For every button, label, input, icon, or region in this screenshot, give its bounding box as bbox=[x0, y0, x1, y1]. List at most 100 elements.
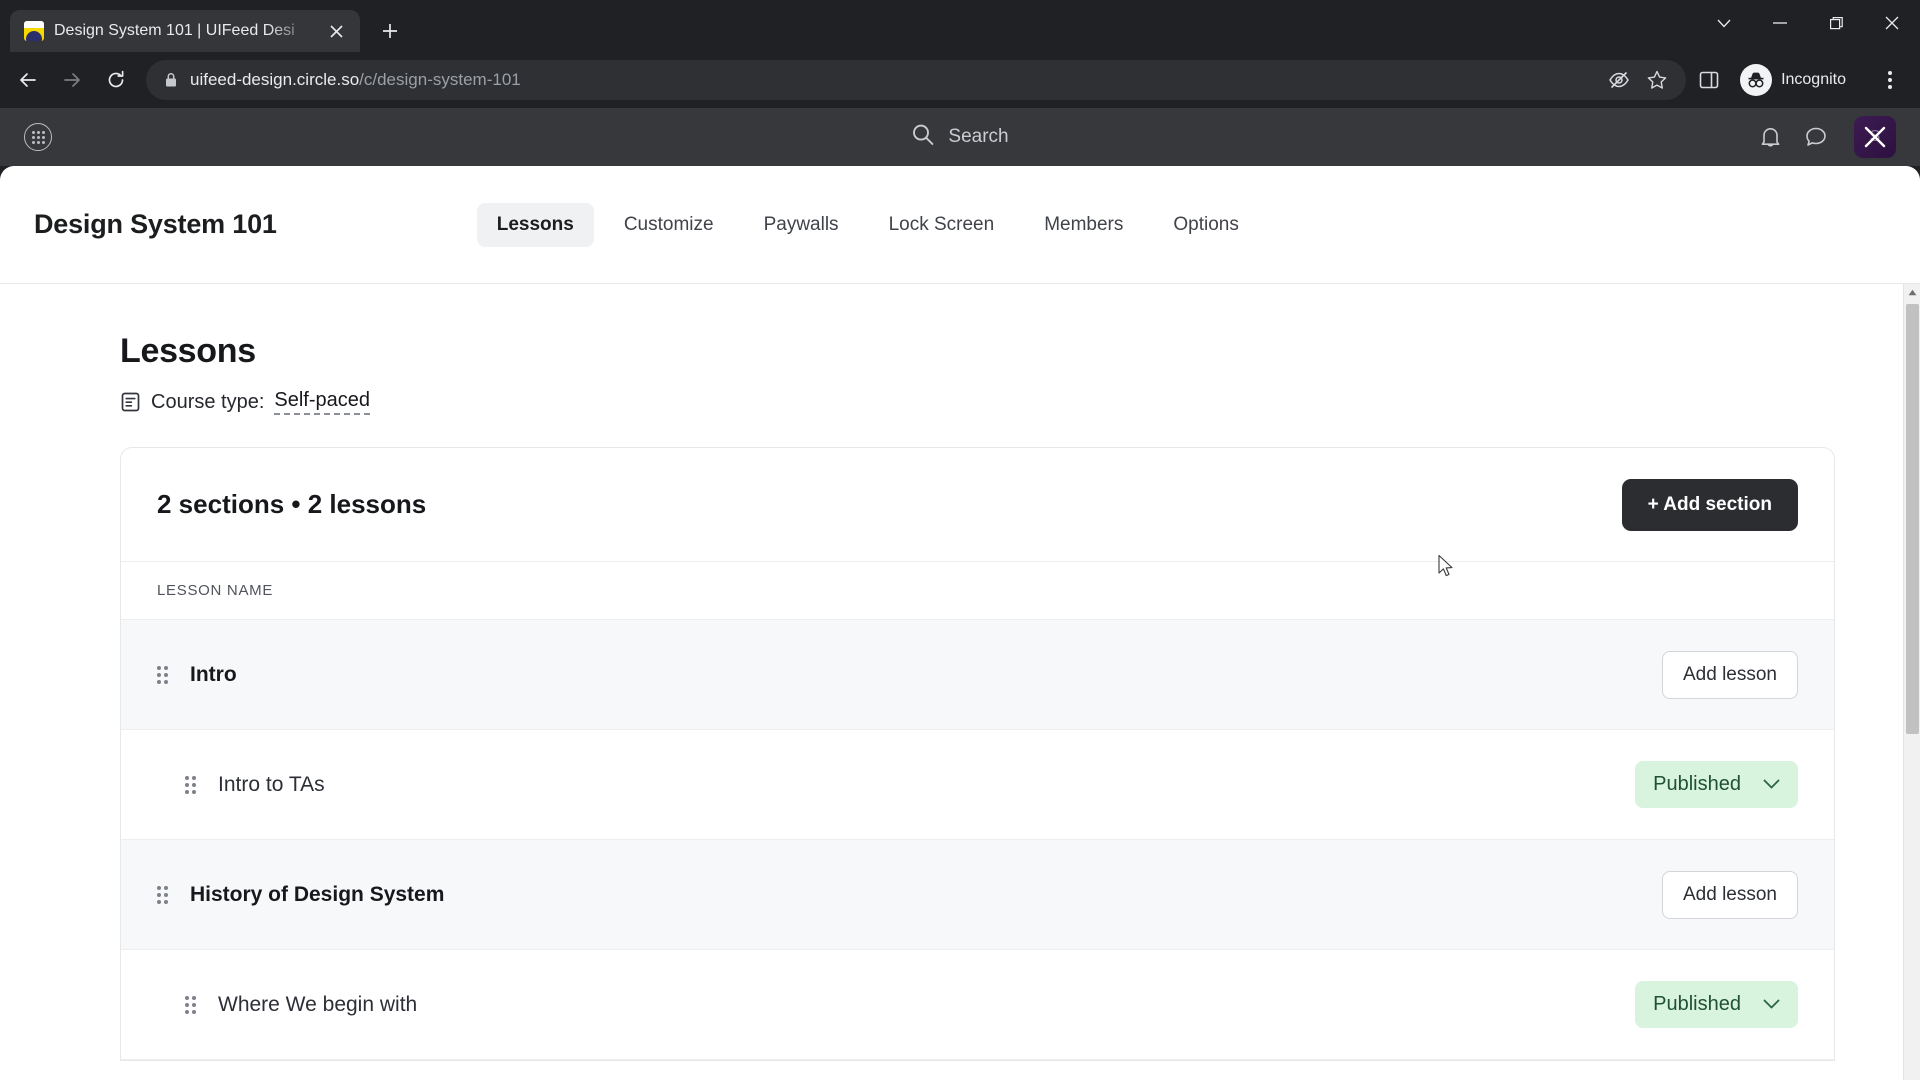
handle-dot bbox=[185, 1009, 189, 1014]
handle-dot bbox=[164, 899, 168, 904]
status-label: Published bbox=[1653, 993, 1741, 1015]
grid-dot bbox=[31, 135, 35, 139]
handle-dot bbox=[185, 775, 189, 780]
chevron-down-icon[interactable] bbox=[1763, 999, 1780, 1010]
url-text: uifeed-design.circle.so/c/design-system-… bbox=[190, 70, 521, 90]
back-arrow-icon[interactable] bbox=[8, 60, 48, 100]
minimize-icon[interactable] bbox=[1752, 0, 1808, 46]
kebab-dot bbox=[1888, 78, 1892, 82]
chat-bubble-icon[interactable] bbox=[1804, 125, 1828, 149]
drag-handle-icon[interactable] bbox=[157, 665, 168, 684]
chevron-down-icon[interactable] bbox=[1696, 0, 1752, 46]
handle-dot bbox=[157, 885, 161, 890]
handle-dot bbox=[164, 892, 168, 897]
url-path: /c/design-system-101 bbox=[359, 70, 521, 89]
window-controls bbox=[1696, 0, 1920, 46]
close-icon[interactable] bbox=[1864, 0, 1920, 46]
document-icon bbox=[120, 391, 141, 413]
mouse-cursor bbox=[1437, 554, 1455, 583]
avatar[interactable]: S bbox=[1854, 116, 1896, 158]
search-placeholder: Search bbox=[948, 126, 1009, 147]
grid-dot bbox=[31, 130, 35, 134]
restore-icon[interactable] bbox=[1808, 0, 1864, 46]
tab-options[interactable]: Options bbox=[1153, 203, 1258, 247]
lesson-name: Where We begin with bbox=[218, 992, 418, 1016]
eye-off-icon[interactable] bbox=[1600, 61, 1638, 99]
profile-button[interactable]: Incognito bbox=[1736, 61, 1862, 99]
column-header-lesson-name: LESSON NAME bbox=[121, 562, 1834, 620]
status-label: Published bbox=[1653, 773, 1741, 795]
section-row[interactable]: History of Design System Add lesson bbox=[121, 840, 1834, 950]
grid-dot bbox=[41, 135, 45, 139]
grid-dot bbox=[36, 135, 40, 139]
handle-dot bbox=[157, 679, 161, 684]
handle-dot bbox=[185, 789, 189, 794]
grid-dot bbox=[31, 140, 35, 144]
handle-dot bbox=[157, 665, 161, 670]
section-row[interactable]: Intro Add lesson bbox=[121, 620, 1834, 730]
star-icon[interactable] bbox=[1638, 61, 1676, 99]
kebab-dot bbox=[1888, 85, 1892, 89]
browser-chrome: Design System 101 | UIFeed Desi uifeed-d… bbox=[0, 0, 1920, 108]
drag-handle-icon[interactable] bbox=[185, 775, 196, 794]
status-badge[interactable]: Published bbox=[1635, 981, 1798, 1028]
lessons-card: 2 sections • 2 lessons + Add section LES… bbox=[120, 447, 1835, 1061]
lock-icon bbox=[164, 72, 190, 88]
drag-handle-icon[interactable] bbox=[185, 995, 196, 1014]
tab-lessons[interactable]: Lessons bbox=[476, 202, 594, 247]
tab-customize[interactable]: Customize bbox=[604, 203, 734, 247]
chevron-down-icon[interactable] bbox=[1763, 779, 1780, 790]
handle-dot bbox=[164, 885, 168, 890]
page-scrollbar[interactable] bbox=[1903, 284, 1920, 1080]
site-favicon bbox=[24, 21, 44, 41]
course-type-label: Course type: bbox=[151, 390, 265, 413]
grid-dot bbox=[36, 140, 40, 144]
page-title: Design System 101 bbox=[34, 209, 277, 239]
course-tabs: Lessons Customize Paywalls Lock Screen M… bbox=[476, 202, 1259, 247]
handle-dot bbox=[157, 892, 161, 897]
tab-members[interactable]: Members bbox=[1024, 203, 1143, 247]
section-heading: Lessons bbox=[120, 332, 256, 370]
address-bar[interactable]: uifeed-design.circle.so/c/design-system-… bbox=[146, 60, 1687, 100]
page-body: Lessons Course type: Self-paced 2 sectio… bbox=[0, 284, 1920, 1080]
handle-dot bbox=[192, 1009, 196, 1014]
search-input[interactable]: Search bbox=[911, 123, 1009, 151]
grid-dot bbox=[36, 130, 40, 134]
app-header: Search S bbox=[0, 108, 1920, 166]
add-section-button[interactable]: + Add section bbox=[1621, 478, 1798, 531]
status-badge[interactable]: Published bbox=[1635, 761, 1798, 808]
app-grid-icon[interactable] bbox=[24, 123, 52, 151]
browser-tab[interactable]: Design System 101 | UIFeed Desi bbox=[10, 10, 360, 52]
bell-icon[interactable] bbox=[1759, 125, 1782, 149]
scrollbar-thumb[interactable] bbox=[1906, 304, 1919, 734]
lesson-row[interactable]: Where We begin with Published bbox=[121, 950, 1834, 1060]
close-icon[interactable] bbox=[324, 19, 348, 43]
search-icon bbox=[911, 123, 934, 151]
lessons-summary: 2 sections • 2 lessons bbox=[157, 489, 427, 519]
add-lesson-button[interactable]: Add lesson bbox=[1661, 870, 1798, 919]
drag-handle-icon[interactable] bbox=[157, 885, 168, 904]
side-panel-icon[interactable] bbox=[1690, 61, 1728, 99]
kebab-dot bbox=[1888, 71, 1892, 75]
course-type-row: Course type: Self-paced bbox=[120, 389, 1920, 415]
handle-dot bbox=[192, 995, 196, 1000]
close-icon[interactable] bbox=[1854, 116, 1896, 158]
tab-lock-screen[interactable]: Lock Screen bbox=[869, 203, 1015, 247]
scroll-up-arrow-icon[interactable] bbox=[1904, 284, 1920, 301]
handle-dot bbox=[164, 665, 168, 670]
handle-dot bbox=[164, 672, 168, 677]
handle-dot bbox=[192, 775, 196, 780]
forward-arrow-icon[interactable] bbox=[52, 60, 92, 100]
tab-paywalls[interactable]: Paywalls bbox=[744, 203, 859, 247]
handle-dot bbox=[185, 782, 189, 787]
add-lesson-button[interactable]: Add lesson bbox=[1661, 650, 1798, 699]
course-type-value[interactable]: Self-paced bbox=[274, 389, 371, 415]
reload-icon[interactable] bbox=[96, 60, 136, 100]
kebab-menu-icon[interactable] bbox=[1872, 60, 1908, 100]
section-name: History of Design System bbox=[190, 882, 445, 906]
profile-label: Incognito bbox=[1781, 71, 1846, 88]
lesson-row[interactable]: Intro to TAs Published bbox=[121, 730, 1834, 840]
course-header: Design System 101 Lessons Customize Payw… bbox=[0, 166, 1920, 284]
new-tab-button[interactable] bbox=[372, 13, 408, 49]
handle-dot bbox=[192, 1002, 196, 1007]
